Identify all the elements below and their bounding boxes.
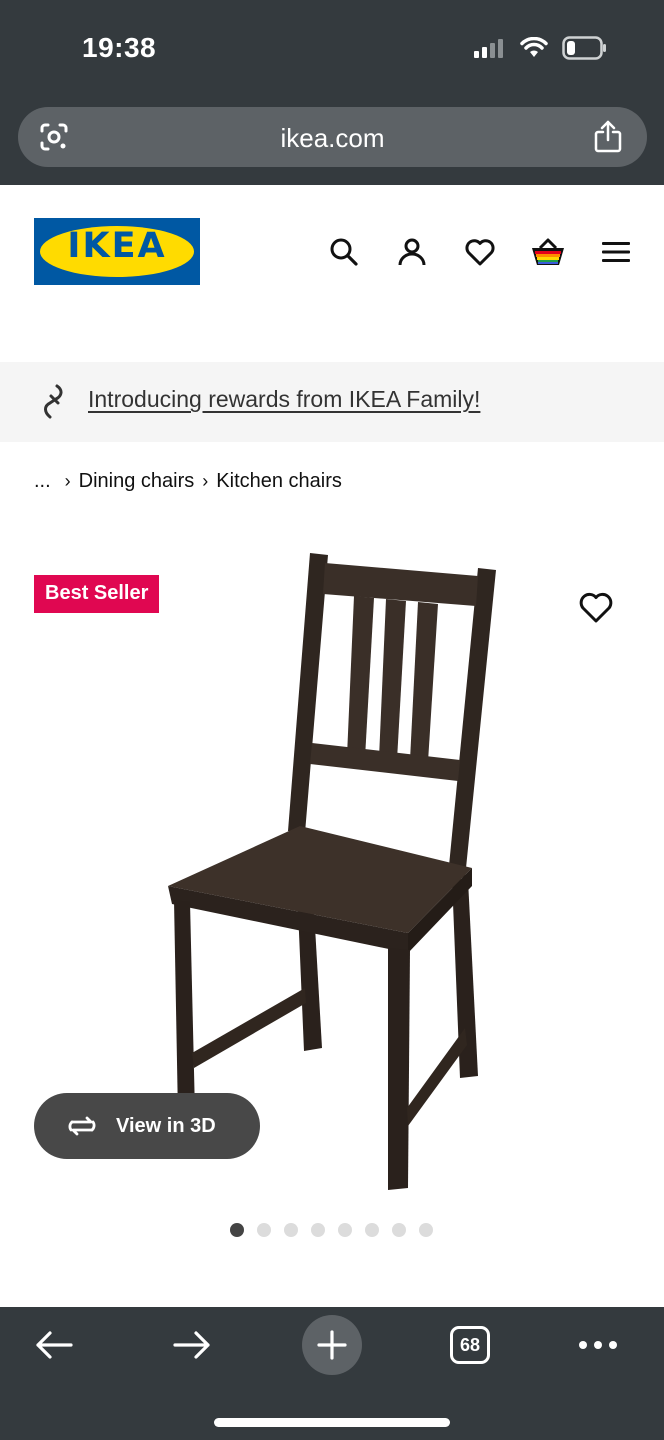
account-icon[interactable] (394, 234, 430, 270)
ikea-family-icon (44, 384, 63, 419)
carousel-dot[interactable] (365, 1223, 379, 1237)
breadcrumb-ellipsis[interactable]: ... (34, 470, 51, 493)
chevron-right-icon: › (202, 471, 209, 491)
view-in-3d-label: View in 3D (116, 1114, 216, 1137)
rewards-banner: Introducing rewards from IKEA Family! (0, 362, 664, 442)
url-text[interactable]: ikea.com (18, 123, 647, 154)
rewards-link[interactable]: Introducing rewards from IKEA Family! (88, 386, 480, 413)
carousel-dot[interactable] (230, 1223, 244, 1237)
browser-bottom-toolbar: 68 (0, 1307, 664, 1440)
menu-icon[interactable] (598, 234, 634, 270)
carousel-dot[interactable] (311, 1223, 325, 1237)
best-seller-badge: Best Seller (34, 575, 160, 613)
breadcrumb-dining-chairs[interactable]: Dining chairs (79, 470, 195, 493)
signal-icon (474, 39, 503, 58)
back-arrow-icon[interactable] (34, 1325, 74, 1365)
breadcrumb-kitchen-chairs[interactable]: Kitchen chairs (216, 470, 342, 493)
status-icons (474, 36, 608, 60)
carousel-dot[interactable] (284, 1223, 298, 1237)
chevron-right-icon: › (64, 471, 71, 491)
plus-icon (317, 1330, 347, 1360)
forward-arrow-icon[interactable] (172, 1325, 212, 1365)
home-indicator[interactable] (214, 1418, 450, 1427)
favourite-heart-icon[interactable] (578, 590, 614, 624)
breadcrumb: ... › Dining chairs › Kitchen chairs (34, 470, 342, 493)
status-time: 19:38 (82, 32, 157, 63)
basket-icon[interactable] (530, 234, 566, 270)
browser-top-bar: 19:38 ikea.com (0, 0, 664, 185)
address-bar[interactable]: ikea.com (18, 107, 647, 167)
new-tab-button[interactable] (302, 1315, 362, 1375)
carousel-dot[interactable] (392, 1223, 406, 1237)
search-icon[interactable] (326, 234, 362, 270)
heart-icon[interactable] (462, 234, 498, 270)
carousel-dot[interactable] (257, 1223, 271, 1237)
share-icon[interactable] (593, 119, 623, 153)
image-carousel-dots (230, 1223, 433, 1237)
carousel-dot[interactable] (419, 1223, 433, 1237)
ikea-logo[interactable]: IKEA (34, 218, 200, 285)
tabs-button[interactable]: 68 (450, 1326, 490, 1364)
carousel-dot[interactable] (338, 1223, 352, 1237)
rotate-3d-icon (68, 1116, 96, 1136)
wifi-icon (520, 37, 548, 57)
header-icons (326, 234, 634, 270)
battery-icon (562, 36, 606, 60)
logo-text: IKEA (67, 226, 167, 266)
view-in-3d-button[interactable]: View in 3D (34, 1093, 260, 1159)
more-options-icon[interactable] (578, 1325, 618, 1365)
